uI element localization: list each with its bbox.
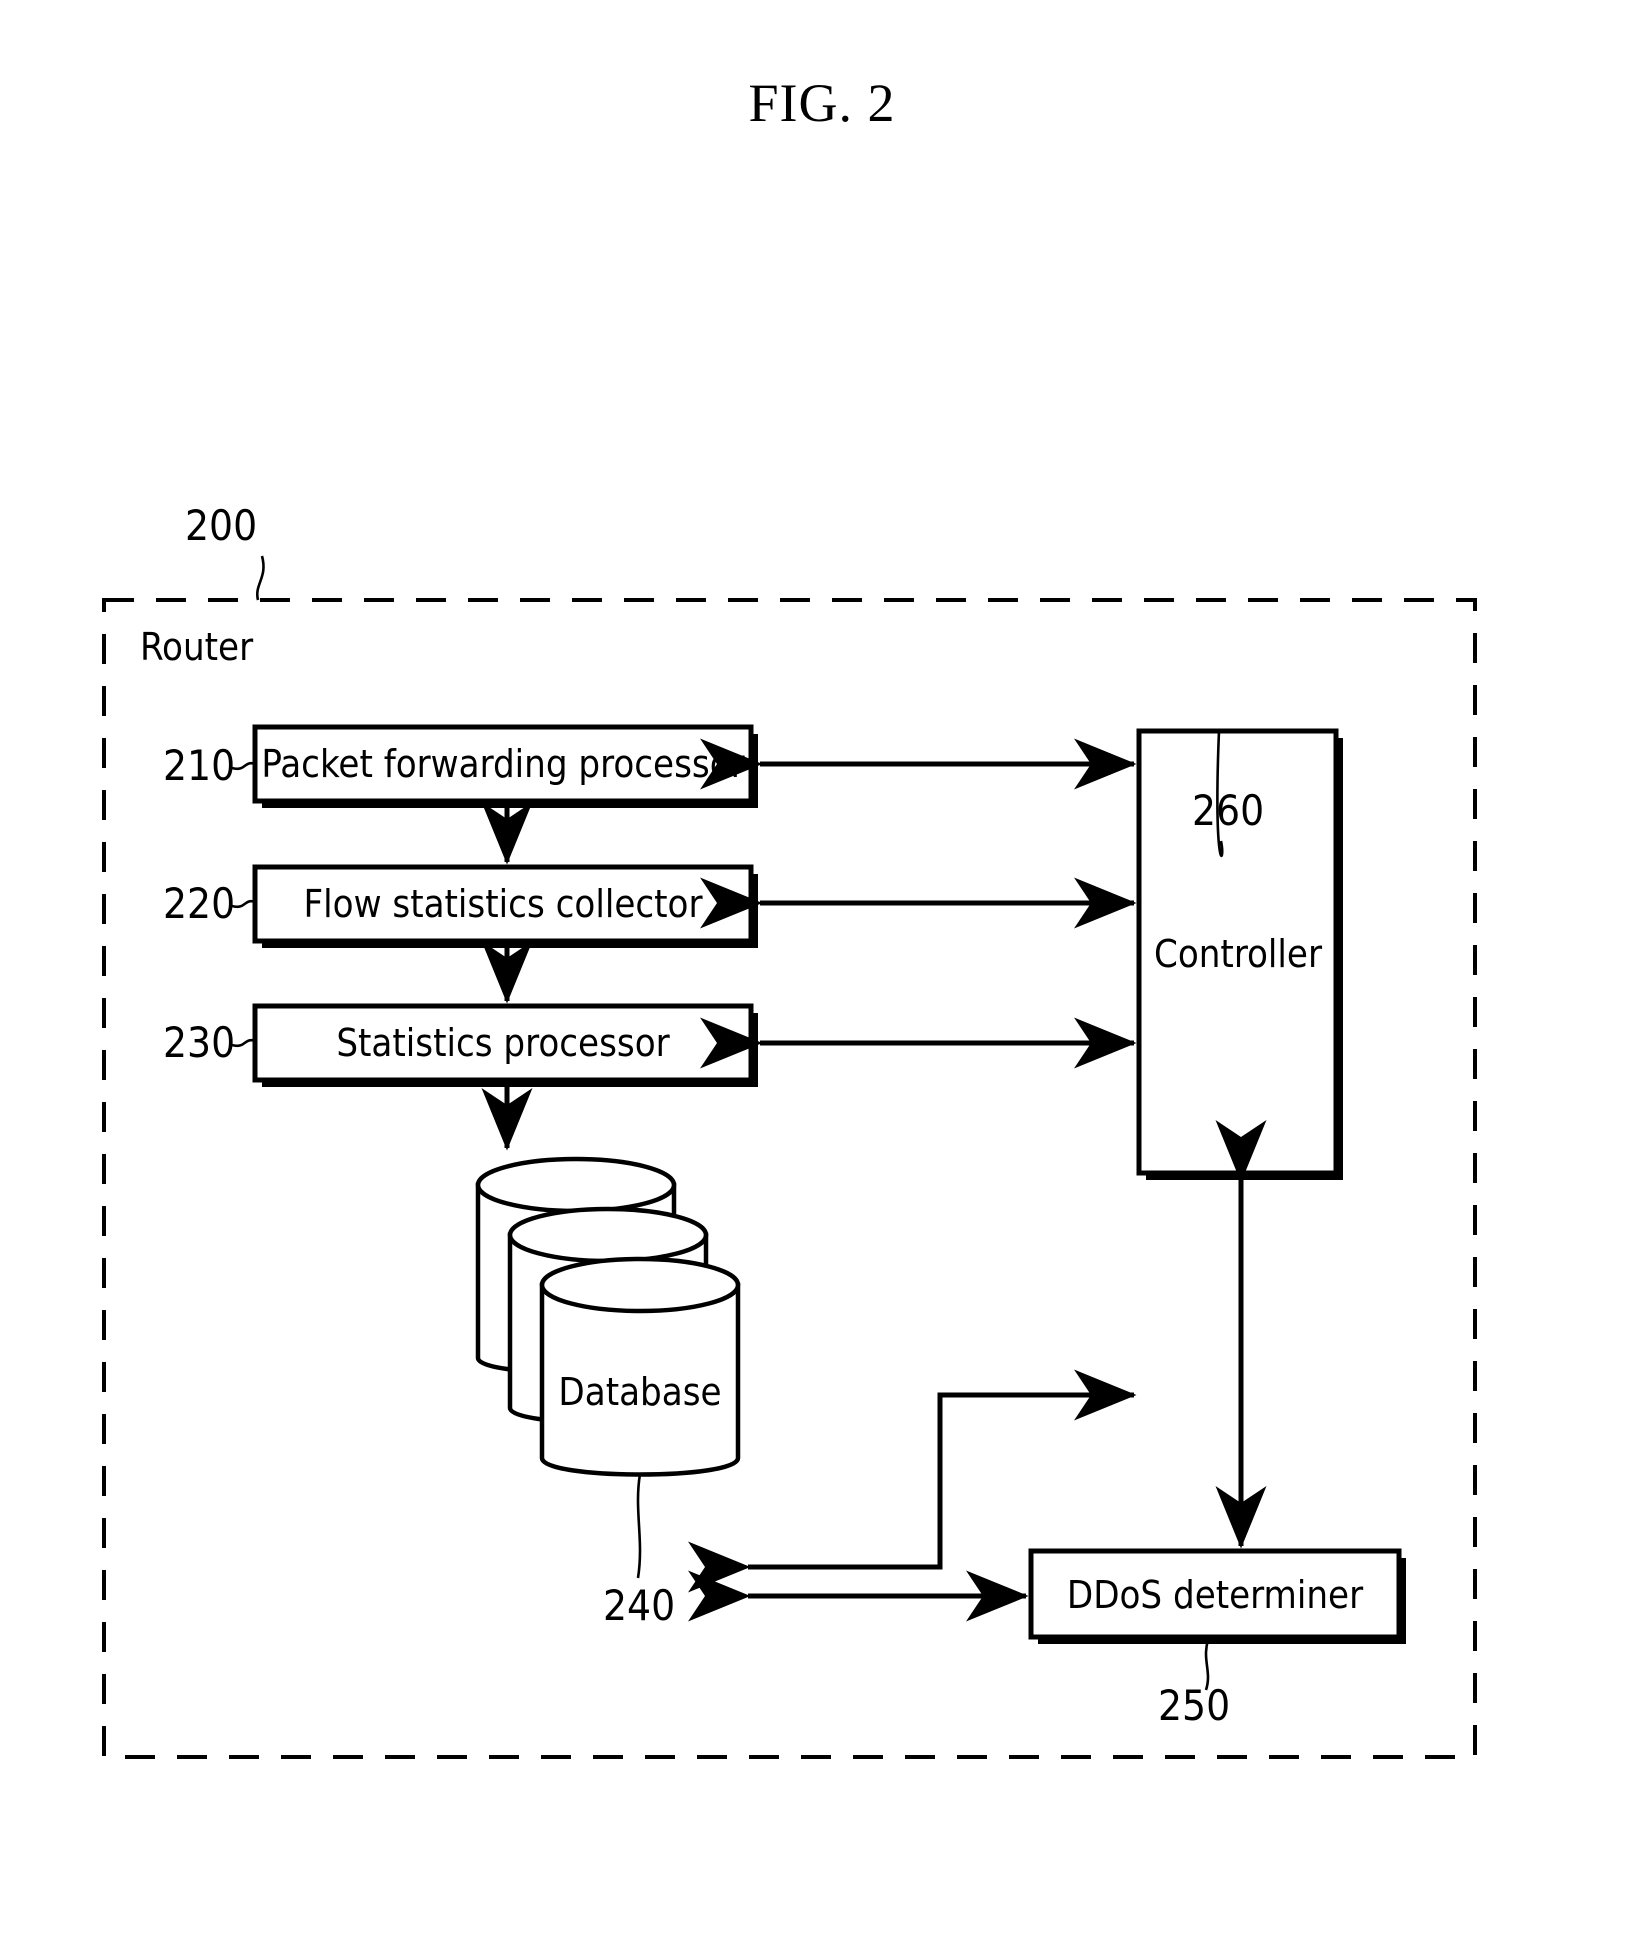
packet-forwarding-processor-label: Packet forwarding processor (261, 742, 745, 786)
database-cylinder-front[interactable] (539, 1256, 741, 1477)
database-label: Database (558, 1370, 721, 1414)
leader-250 (1204, 1639, 1210, 1691)
leader-240 (636, 1473, 642, 1579)
ref-250: 250 (1158, 1681, 1230, 1730)
arrow-database-controller (688, 1369, 1137, 1593)
statistics-processor-label: Statistics processor (336, 1021, 670, 1065)
ref-260-label: 260 (1192, 786, 1264, 835)
ref-200: 200 (185, 501, 257, 550)
ref-210: 210 (163, 741, 235, 790)
leader-210 (231, 761, 256, 771)
router-label: Router (140, 625, 254, 669)
patent-diagram: Router 200 Packet forwarding processor 2… (102, 501, 1477, 1759)
flow-statistics-collector-label: Flow statistics collector (303, 882, 703, 926)
leader-220 (231, 899, 256, 909)
ref-230: 230 (163, 1018, 235, 1067)
ddos-determiner-label: DDoS determiner (1067, 1573, 1364, 1617)
leader-230 (231, 1038, 256, 1048)
ref-220: 220 (163, 879, 235, 928)
ref-240: 240 (603, 1581, 675, 1630)
controller-title: Controller (1154, 932, 1323, 976)
leader-200 (255, 555, 265, 601)
